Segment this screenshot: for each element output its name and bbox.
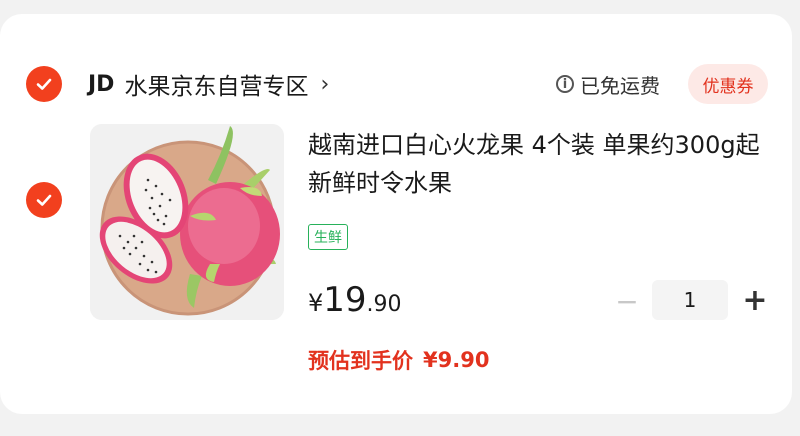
estimate-label: 预估到手价 <box>308 349 413 373</box>
minus-icon[interactable]: − <box>612 284 642 318</box>
coupon-button[interactable]: 优惠券 <box>688 64 768 104</box>
fresh-tag: 生鲜 <box>308 224 348 250</box>
plus-icon[interactable]: + <box>740 282 770 318</box>
product-price: ¥ 19 .90 <box>308 280 402 324</box>
product-title[interactable]: 越南进口白心火龙果 4个装 单果约300g起 新鲜时令水果 <box>308 126 778 202</box>
jd-logo: JD <box>88 71 115 97</box>
price-currency: ¥ <box>308 289 324 317</box>
estimate-value: ¥9.90 <box>423 348 490 372</box>
price-integer: 19 <box>323 280 367 320</box>
store-select-check-icon[interactable] <box>26 66 62 102</box>
store-header[interactable]: JD 水果京东自营专区 › <box>88 56 329 112</box>
shipping-text: 已免运费 <box>580 73 660 98</box>
product-select-check-icon[interactable] <box>26 182 62 218</box>
free-shipping-info[interactable]: i 已免运费 <box>556 66 660 102</box>
product-image[interactable] <box>90 124 284 320</box>
cart-card: JD 水果京东自营专区 › i 已免运费 优惠券 越南进口白心火龙果 4个装 单… <box>0 14 792 414</box>
info-icon[interactable]: i <box>556 75 574 93</box>
chevron-right-icon[interactable]: › <box>320 72 329 97</box>
quantity-input[interactable]: 1 <box>652 280 728 320</box>
price-decimal: .90 <box>366 292 402 317</box>
check-icon <box>36 78 52 90</box>
estimated-price: 预估到手价 ¥9.90 <box>308 342 489 378</box>
store-name[interactable]: 水果京东自营专区 <box>124 67 308 101</box>
check-icon <box>36 194 52 206</box>
dragon-fruit-image <box>90 124 284 320</box>
